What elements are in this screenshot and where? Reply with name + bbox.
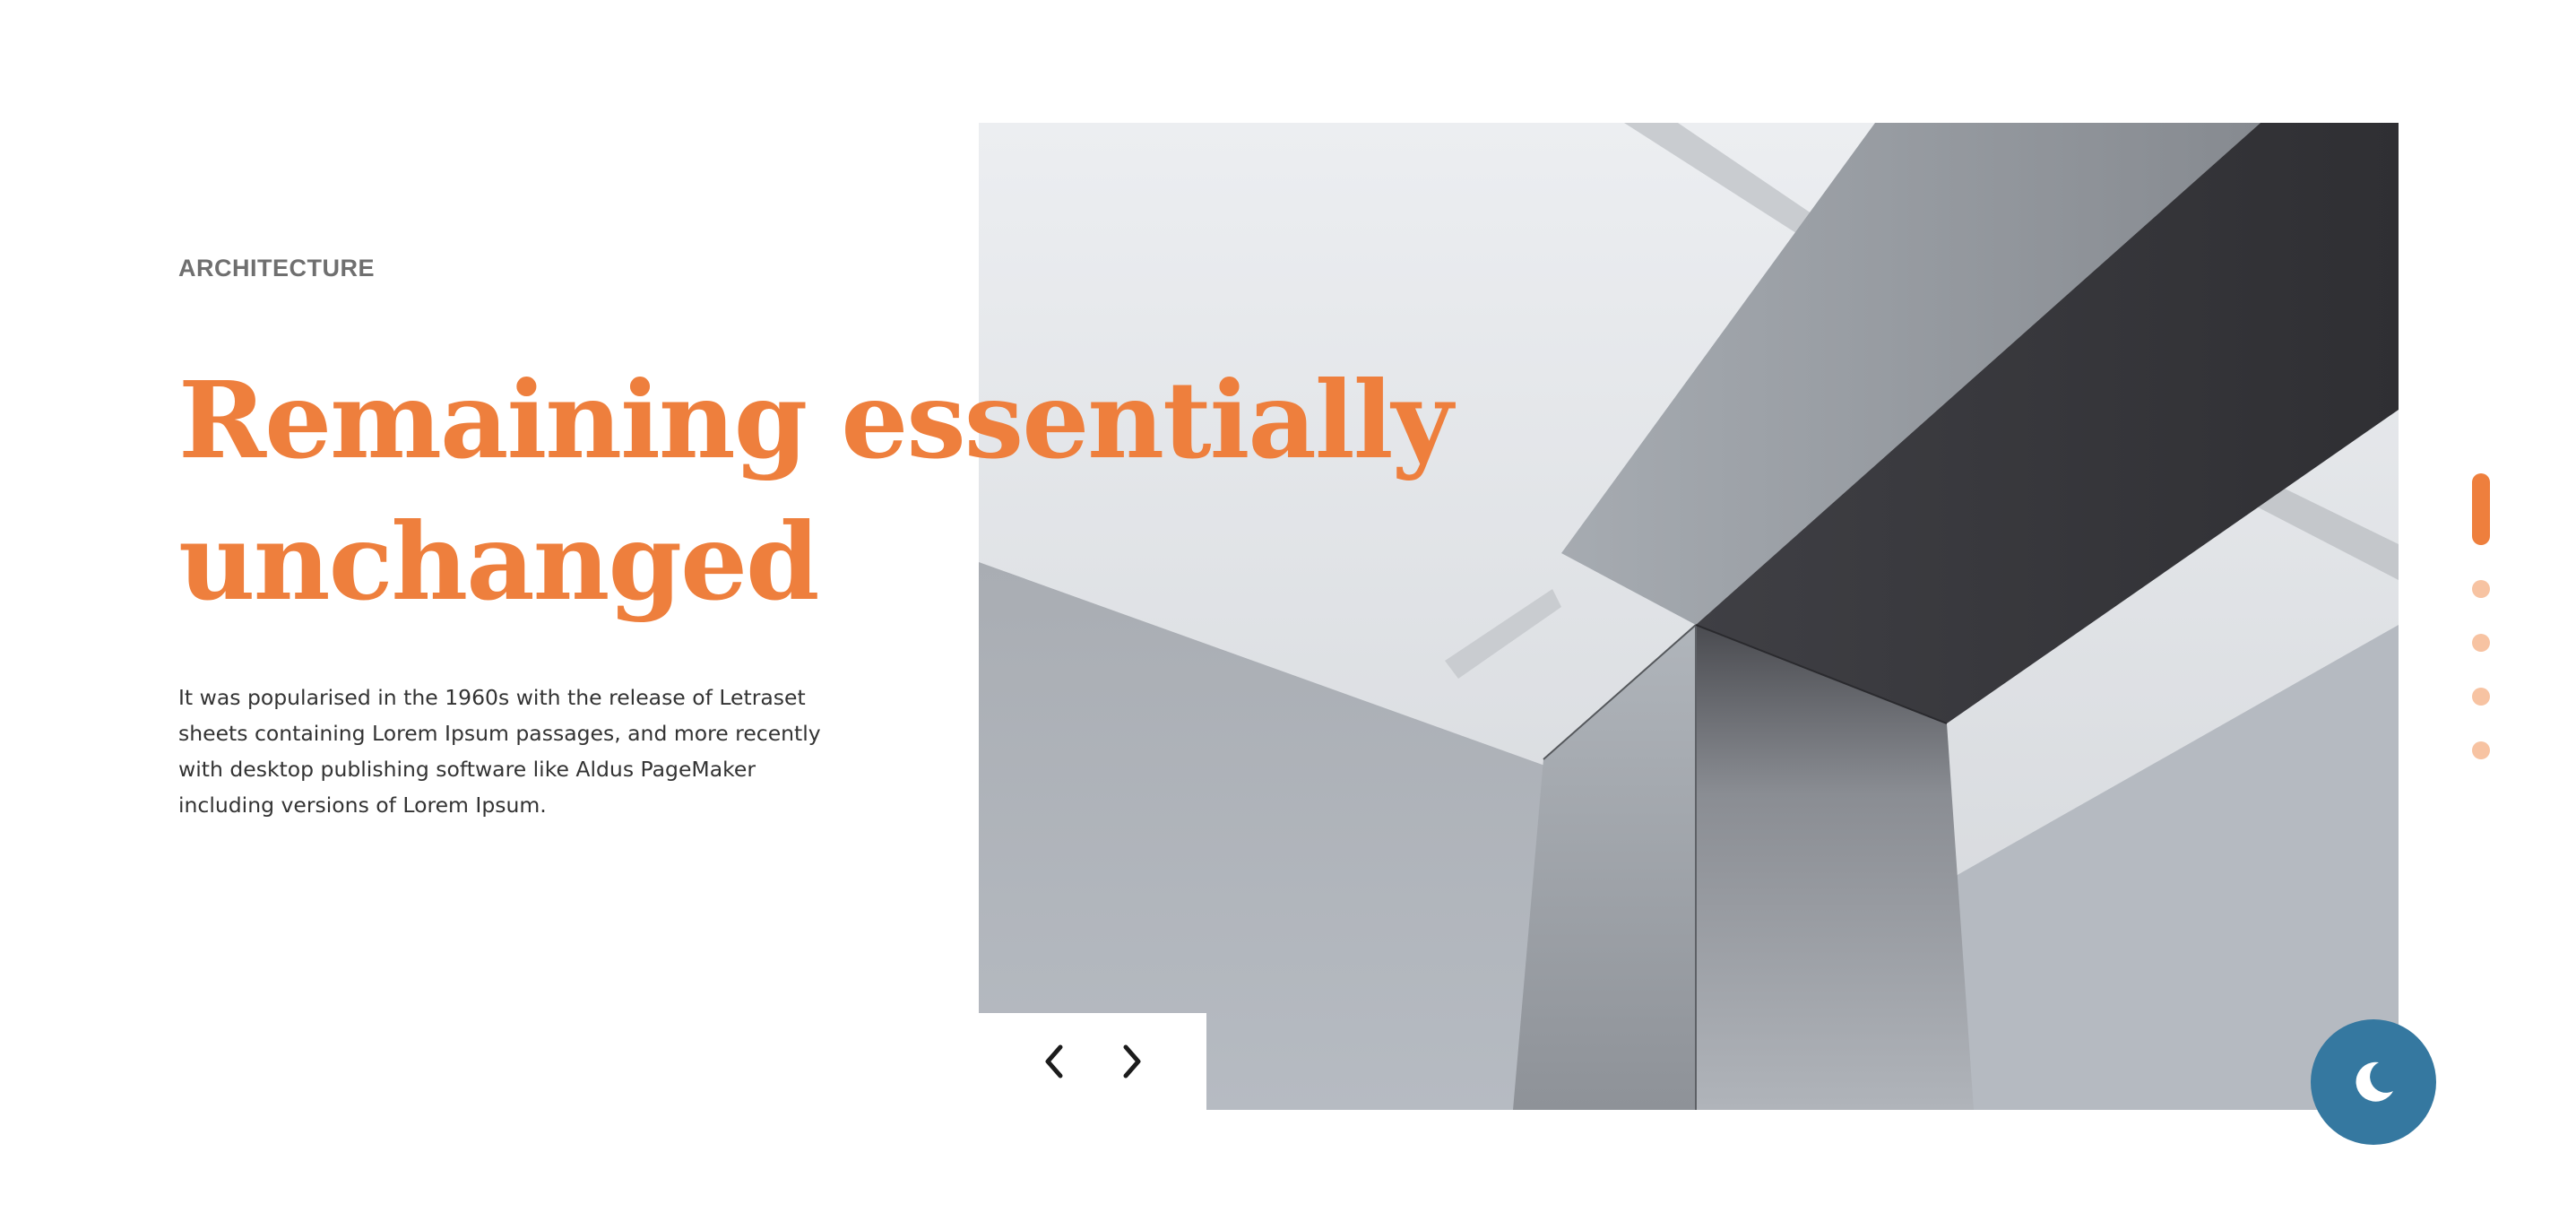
category-label: ARCHITECTURE	[178, 255, 375, 282]
moon-icon	[2356, 1061, 2393, 1102]
slide-title-line: Remaining essentially	[178, 358, 1453, 482]
prev-slide-button[interactable]	[1027, 1035, 1081, 1088]
description-line: It was popularised in the 1960s with the…	[178, 685, 806, 710]
description-line: with desktop publishing software like Al…	[178, 757, 756, 782]
pagination-dot[interactable]	[2472, 741, 2490, 759]
chevron-left-icon	[1045, 1044, 1062, 1078]
pagination-dot[interactable]	[2472, 580, 2490, 598]
dark-mode-toggle-button[interactable]	[2311, 1019, 2436, 1145]
pagination-dot-active[interactable]	[2472, 473, 2490, 545]
pagination-dot[interactable]	[2472, 634, 2490, 652]
chevron-right-icon	[1123, 1044, 1140, 1078]
page: ARCHITECTURE Remaining essentially uncha…	[0, 0, 2576, 1230]
slide-title-line: unchanged	[178, 499, 820, 624]
next-slide-button[interactable]	[1105, 1035, 1159, 1088]
slider-arrow-nav	[979, 1013, 1206, 1110]
slide-description: It was popularised in the 1960s with the…	[178, 680, 821, 823]
pagination-dot[interactable]	[2472, 688, 2490, 706]
description-line: including versions of Lorem Ipsum.	[178, 793, 547, 818]
description-line: sheets containing Lorem Ipsum passages, …	[178, 721, 821, 746]
slide-title: Remaining essentially unchanged	[178, 350, 1453, 633]
